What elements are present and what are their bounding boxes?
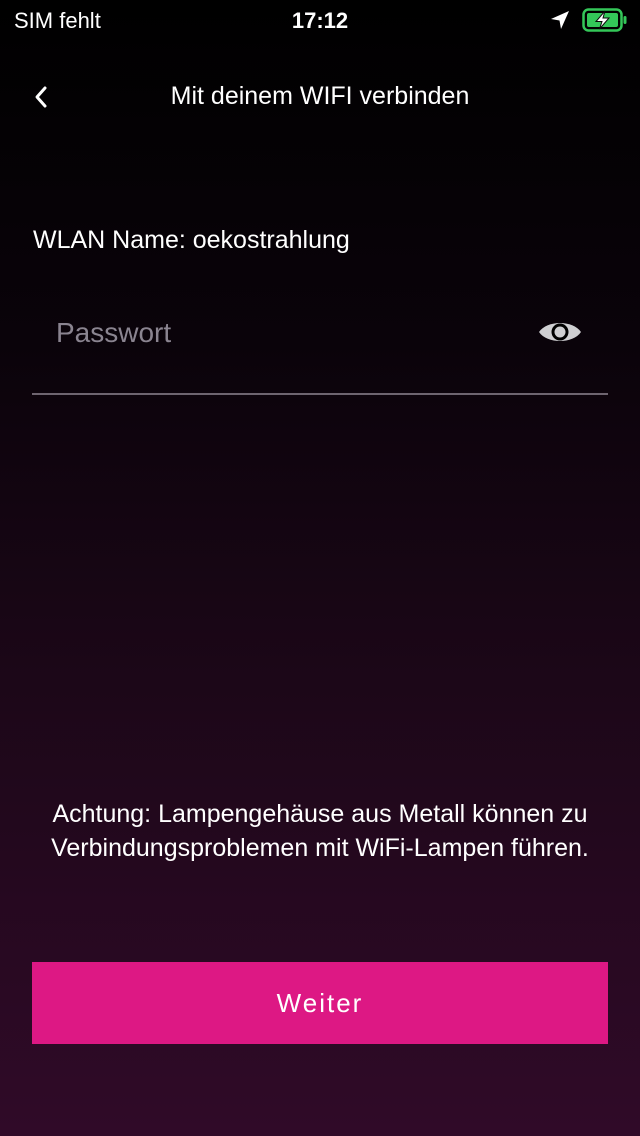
password-input[interactable] xyxy=(56,310,516,356)
password-field xyxy=(32,300,608,395)
warning-text: Achtung: Lampengehäuse aus Metall können… xyxy=(51,800,589,862)
password-visibility-toggle[interactable] xyxy=(536,314,584,350)
eye-icon xyxy=(539,323,581,341)
status-bar: SIM fehlt 17:12 xyxy=(0,0,640,40)
navigation-bar: Mit deinem WIFI verbinden xyxy=(0,70,640,124)
battery-charging-icon xyxy=(582,8,627,32)
page-title: Mit deinem WIFI verbinden xyxy=(170,82,470,110)
wlan-name-label: WLAN Name: oekostrahlung xyxy=(33,226,350,254)
status-time: 17:12 xyxy=(291,8,349,33)
location-arrow-icon xyxy=(551,11,569,29)
next-button[interactable]: Weiter xyxy=(32,962,608,1044)
